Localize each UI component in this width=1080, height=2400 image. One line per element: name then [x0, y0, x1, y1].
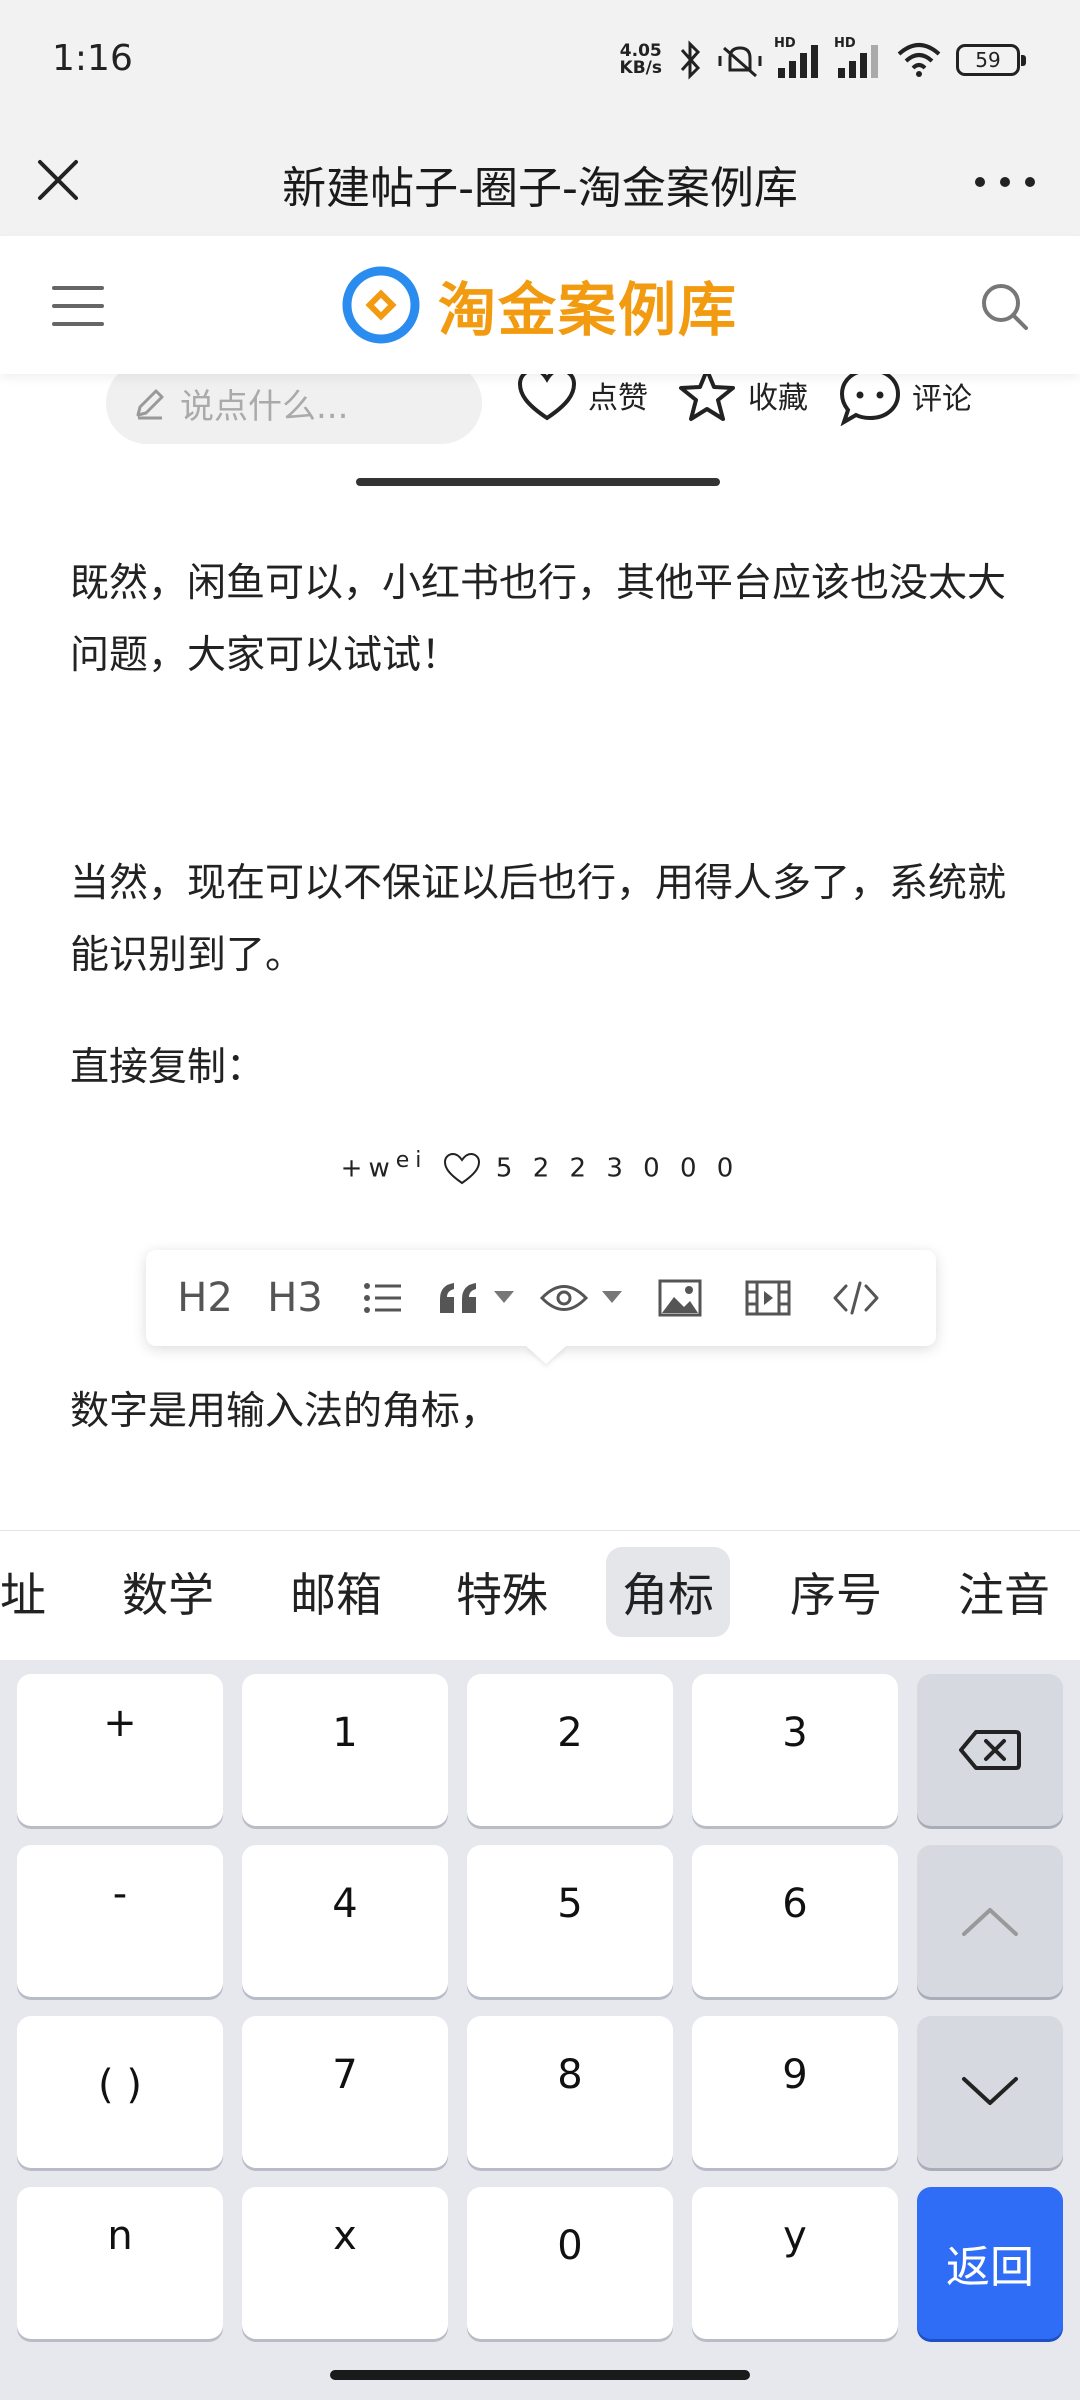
video-icon [745, 1280, 791, 1316]
key-9[interactable]: 9 [692, 2016, 898, 2168]
site-logo[interactable]: 淘金案例库 [340, 260, 738, 350]
code-icon [833, 1281, 879, 1315]
editor-paragraph[interactable]: 数字是用输入法的角标， [70, 1376, 1010, 1448]
favorite-button[interactable]: 收藏 [676, 366, 808, 424]
key-n[interactable]: n [17, 2187, 223, 2339]
key-minus[interactable]: - [17, 1845, 223, 1997]
mute-vibrate-icon [718, 46, 762, 78]
heading-2-button[interactable]: H2 [160, 1250, 250, 1346]
heart-symbol-icon [443, 1153, 480, 1185]
key-6[interactable]: 6 [692, 1845, 898, 1997]
logo-text: 淘金案例库 [438, 276, 739, 344]
ime-keyboard: + 1 2 3 - 4 5 6 ( ) 7 8 9 n x 0 y 返回 [0, 1660, 1080, 2400]
pencil-icon [136, 389, 164, 420]
status-icons: 4.05 KB/s HD HD 59 [619, 36, 1026, 80]
backspace-key[interactable] [917, 1674, 1063, 1826]
key-parentheses[interactable]: ( ) [17, 2016, 223, 2168]
drag-handle[interactable] [356, 478, 720, 486]
comment-bubble-icon [839, 367, 901, 426]
format-toolbar: H2 H3 [146, 1250, 936, 1346]
editor-special-text[interactable]: +wei 5 2 2 3 0 0 0 [0, 1148, 1080, 1187]
key-5[interactable]: 5 [467, 1845, 673, 1997]
search-icon[interactable] [976, 278, 1032, 334]
candidate-item-selected[interactable]: 角标 [606, 1547, 730, 1637]
key-x[interactable]: x [242, 2187, 448, 2339]
candidate-item[interactable]: 址 [0, 1559, 46, 1625]
candidate-item[interactable]: 数学 [122, 1559, 214, 1625]
heading-3-button[interactable]: H3 [250, 1250, 340, 1346]
heart-icon [517, 367, 577, 421]
visibility-button[interactable] [526, 1250, 636, 1346]
editor-paragraph[interactable]: 当然，现在可以不保证以后也行，用得人多了，系统就能识别到了。 [70, 848, 1010, 992]
star-icon [679, 368, 735, 421]
key-8[interactable]: 8 [467, 2016, 673, 2168]
chevron-down-icon [962, 2077, 1018, 2105]
chevron-down-icon [602, 1291, 622, 1303]
bullet-list-icon [364, 1283, 401, 1313]
more-options-icon[interactable] [970, 164, 1040, 200]
key-7[interactable]: 7 [242, 2016, 448, 2168]
quote-button[interactable] [426, 1250, 526, 1346]
status-time: 1:16 [52, 38, 133, 79]
code-button[interactable] [812, 1250, 900, 1346]
candidate-item[interactable]: 序号 [790, 1559, 882, 1625]
signal-1: HD [774, 36, 822, 78]
key-1[interactable]: 1 [242, 1674, 448, 1826]
editor-paragraph[interactable]: 直接复制： [70, 1032, 1010, 1104]
candidate-item[interactable]: 注音 [958, 1559, 1050, 1625]
comment-button[interactable]: 评论 [838, 366, 972, 426]
key-2[interactable]: 2 [467, 1674, 673, 1826]
comment-input[interactable]: 说点什么... [106, 362, 482, 444]
chevron-down-icon [494, 1291, 514, 1303]
chevron-up-icon [962, 1908, 1018, 1936]
like-button[interactable]: 点赞 [516, 366, 648, 424]
wifi-icon [897, 43, 941, 77]
cursor-down-key[interactable] [917, 2016, 1063, 2168]
key-plus[interactable]: + [17, 1674, 223, 1826]
cursor-up-key[interactable] [917, 1845, 1063, 1997]
page-title: 新建帖子-圈子-淘金案例库 [282, 163, 798, 214]
bluetooth-icon [680, 40, 701, 80]
list-button[interactable] [340, 1250, 426, 1346]
net-speed: 4.05 KB/s [619, 41, 662, 78]
return-key[interactable]: 返回 [917, 2187, 1063, 2339]
key-4[interactable]: 4 [242, 1845, 448, 1997]
image-button[interactable] [636, 1250, 724, 1346]
backspace-icon [959, 1730, 1021, 1770]
candidate-item[interactable]: 特殊 [456, 1559, 548, 1625]
home-indicator[interactable] [330, 2370, 750, 2380]
video-button[interactable] [724, 1250, 812, 1346]
signal-2: HD [834, 36, 882, 78]
candidate-item[interactable]: 邮箱 [290, 1559, 382, 1625]
ime-candidate-bar: 址 数学 邮箱 特殊 角标 序号 注音 [0, 1530, 1080, 1660]
battery-indicator: 59 [956, 44, 1026, 76]
image-icon [658, 1279, 702, 1317]
key-3[interactable]: 3 [692, 1674, 898, 1826]
eye-icon [540, 1285, 588, 1311]
webview-title-bar: 新建帖子-圈子-淘金案例库 [0, 126, 1080, 236]
site-header: 淘金案例库 [0, 236, 1080, 374]
editor-paragraph[interactable]: 既然，闲鱼可以，小红书也行，其他平台应该也没太大问题，大家可以试试！ [70, 548, 1010, 692]
key-y[interactable]: y [692, 2187, 898, 2339]
menu-icon[interactable] [48, 278, 108, 334]
logo-mark-icon [342, 266, 420, 344]
key-0[interactable]: 0 [467, 2187, 673, 2339]
quote-icon [440, 1283, 476, 1313]
status-bar: 1:16 4.05 KB/s HD HD 59 [0, 0, 1080, 126]
